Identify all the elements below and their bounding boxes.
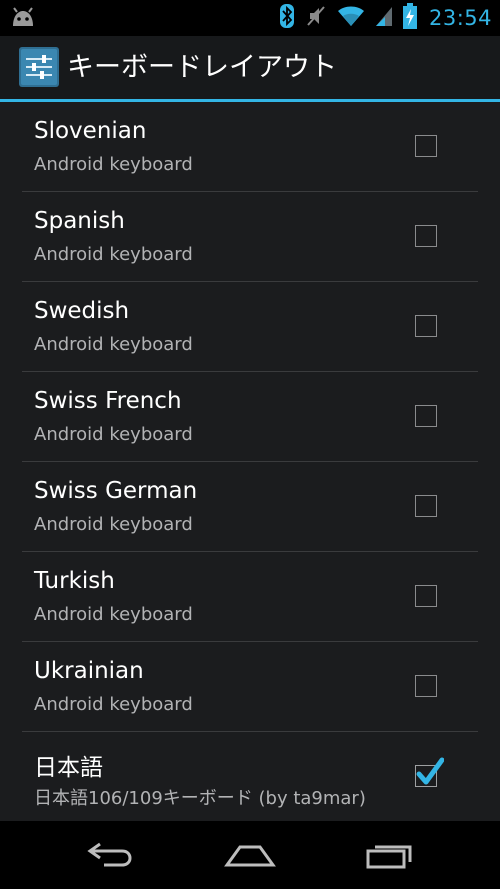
action-bar: キーボードレイアウト: [0, 36, 500, 99]
item-title: 日本語: [34, 755, 103, 781]
item-title: Ukrainian: [34, 658, 144, 684]
item-summary: Android keyboard: [34, 694, 193, 715]
item-summary: Android keyboard: [34, 514, 193, 535]
battery-charging-icon: [402, 3, 417, 33]
bluetooth-icon: [279, 3, 295, 33]
back-icon[interactable]: [70, 835, 150, 875]
checkbox[interactable]: [415, 495, 437, 517]
status-bar: 23:54: [0, 0, 500, 36]
page-title: キーボードレイアウト: [67, 52, 337, 83]
item-title: Swiss German: [34, 478, 198, 504]
item-title: Slovenian: [34, 118, 147, 144]
item-title: Spanish: [34, 208, 125, 234]
keyboard-layout-list: Slovenian Android keyboard Spanish Android …: [0, 102, 500, 821]
item-summary: Android keyboard: [34, 154, 193, 175]
checkmark-icon: [416, 757, 444, 785]
list-item[interactable]: Slovenian Android keyboard: [22, 102, 478, 192]
item-summary: Android keyboard: [34, 424, 193, 445]
checkbox[interactable]: [415, 135, 437, 157]
mute-icon: [305, 4, 327, 32]
recents-icon[interactable]: [350, 835, 430, 875]
checkbox[interactable]: [415, 405, 437, 427]
item-summary: 日本語106/109キーボード (by ta9mar): [34, 788, 366, 809]
screen: 23:54 キーボードレイアウト Slovenian Android keyboa…: [0, 0, 500, 889]
list-item[interactable]: Ukrainian Android keyboard: [22, 642, 478, 732]
item-title: Turkish: [34, 568, 115, 594]
checkbox[interactable]: [415, 315, 437, 337]
home-icon[interactable]: [210, 835, 290, 875]
list-item[interactable]: Swedish Android keyboard: [22, 282, 478, 372]
wifi-icon: [337, 5, 365, 31]
list-item[interactable]: 日本語日本語106/109キーボード (by ta9mar): [22, 732, 478, 821]
status-icons: 23:54: [279, 0, 492, 36]
navigation-bar: [0, 821, 500, 889]
list-item[interactable]: Swiss French Android keyboard: [22, 372, 478, 462]
item-title: Swiss French: [34, 388, 182, 414]
item-summary: Android keyboard: [34, 604, 193, 625]
item-summary: Android keyboard: [34, 244, 193, 265]
signal-icon: [375, 5, 393, 31]
status-time: 23:54: [428, 6, 492, 30]
item-summary: Android keyboard: [34, 334, 193, 355]
android-icon: [10, 6, 36, 32]
checkbox[interactable]: [415, 225, 437, 247]
list-item[interactable]: Swiss German Android keyboard: [22, 462, 478, 552]
checkbox-checked[interactable]: [415, 757, 444, 787]
list-item[interactable]: Turkish Android keyboard: [22, 552, 478, 642]
settings-sliders-icon[interactable]: [19, 47, 59, 87]
checkbox[interactable]: [415, 675, 437, 697]
list-item[interactable]: Spanish Android keyboard: [22, 192, 478, 282]
checkbox[interactable]: [415, 585, 437, 607]
item-title: Swedish: [34, 298, 130, 324]
